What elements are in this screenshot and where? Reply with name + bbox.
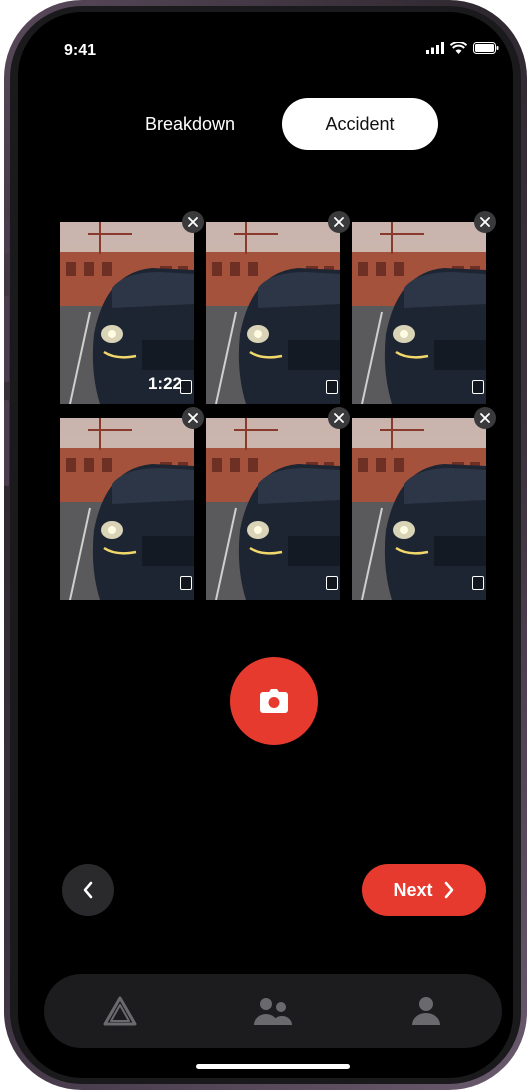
media-type-icon — [472, 576, 484, 590]
close-icon — [480, 413, 490, 423]
car-photo — [206, 418, 340, 600]
remove-photo-button[interactable] — [474, 211, 496, 233]
chevron-left-icon — [83, 881, 93, 899]
video-duration: 1:22 — [147, 374, 182, 393]
close-icon — [334, 217, 344, 227]
car-photo — [206, 222, 340, 404]
segment-accident[interactable]: Accident — [282, 98, 438, 150]
media-type-icon — [180, 576, 192, 590]
wifi-icon — [450, 42, 467, 54]
photo-thumbnail[interactable] — [352, 418, 486, 600]
video-thumbnail[interactable]: 1:22 — [60, 222, 194, 404]
remove-photo-button[interactable] — [328, 407, 350, 429]
volume-down-button — [4, 400, 9, 486]
camera-icon — [260, 689, 288, 713]
tab-bar — [44, 974, 502, 1048]
photo-thumbnail[interactable] — [206, 418, 340, 600]
screen: 9:41 Breakdown Accident 1:22 Next — [18, 12, 513, 1078]
close-icon — [188, 217, 198, 227]
battery-icon — [473, 42, 499, 54]
car-photo — [352, 222, 486, 404]
close-icon — [188, 413, 198, 423]
home-indicator[interactable] — [196, 1064, 350, 1069]
media-type-icon — [326, 380, 338, 394]
incident-type-segment: Breakdown Accident — [110, 98, 444, 150]
close-icon — [480, 217, 490, 227]
status-icons — [426, 42, 499, 54]
people-icon — [253, 998, 292, 1025]
signal-icon — [426, 42, 444, 54]
media-type-icon — [180, 380, 192, 394]
segment-breakdown[interactable]: Breakdown — [110, 98, 270, 150]
tab-roadside[interactable] — [90, 981, 150, 1041]
next-label: Next — [393, 879, 433, 900]
capture-button[interactable] — [230, 657, 318, 745]
tab-profile[interactable] — [396, 981, 456, 1041]
photo-thumbnail[interactable] — [352, 222, 486, 404]
mute-switch — [4, 218, 9, 254]
next-button[interactable]: Next — [362, 864, 486, 916]
media-type-icon — [472, 380, 484, 394]
car-photo — [60, 418, 194, 600]
profile-icon — [411, 997, 440, 1025]
tab-people[interactable] — [243, 981, 303, 1041]
chevron-right-icon — [444, 881, 453, 899]
photo-thumbnail[interactable] — [60, 418, 194, 600]
triangle-icon — [103, 996, 137, 1026]
remove-photo-button[interactable] — [328, 211, 350, 233]
status-time: 9:41 — [64, 42, 97, 59]
back-button[interactable] — [62, 864, 114, 916]
remove-photo-button[interactable] — [474, 407, 496, 429]
remove-photo-button[interactable] — [182, 407, 204, 429]
volume-up-button — [4, 296, 9, 382]
car-photo — [352, 418, 486, 600]
media-type-icon — [326, 576, 338, 590]
close-icon — [334, 413, 344, 423]
remove-photo-button[interactable] — [182, 211, 204, 233]
phone-frame: 9:41 Breakdown Accident 1:22 Next — [4, 0, 527, 1090]
photo-thumbnail[interactable] — [206, 222, 340, 404]
photo-grid: 1:22 — [60, 210, 496, 600]
